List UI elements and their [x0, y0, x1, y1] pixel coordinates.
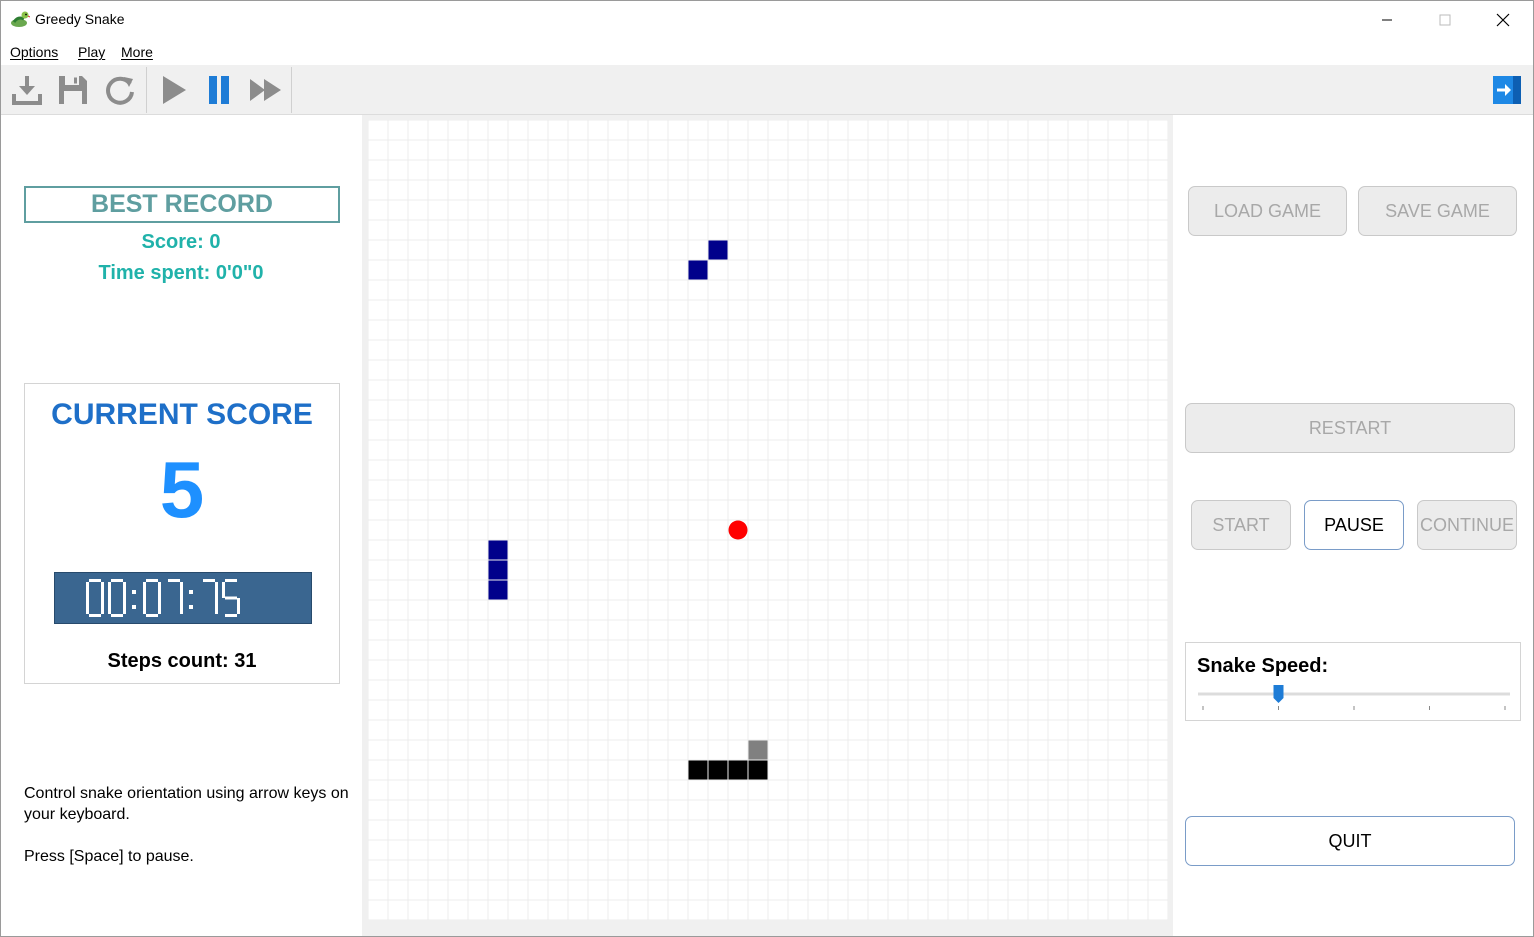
current-score-box: CURRENT SCORE 5 Steps count: 31: [24, 383, 340, 684]
restart-toolbar-button[interactable]: [99, 69, 141, 111]
help-text-pause: Press [Space] to pause.: [24, 848, 194, 865]
pause-toolbar-button[interactable]: [198, 69, 240, 111]
slider-track: [1198, 692, 1510, 696]
timer-digit: [108, 579, 126, 617]
load-toolbar-button[interactable]: [6, 69, 48, 111]
best-record-box: BEST RECORD: [24, 186, 340, 223]
save-game-button[interactable]: SAVE GAME: [1358, 186, 1517, 236]
timer-digit: [168, 579, 183, 614]
menu-more[interactable]: More: [121, 44, 153, 60]
timer-digit: [86, 579, 104, 617]
menu-bar: Options Play More: [1, 39, 1533, 65]
close-button[interactable]: [1474, 1, 1532, 39]
toolbar-separator: [146, 67, 147, 113]
help-text-controls: Control snake orientation using arrow ke…: [24, 785, 349, 823]
play-icon: [163, 76, 186, 104]
left-panel: BEST RECORD Score: 0 Time spent: 0'0"0 C…: [1, 115, 361, 936]
save-icon: [59, 76, 87, 104]
slider-handle[interactable]: [1273, 685, 1284, 703]
quit-button[interactable]: QUIT: [1185, 816, 1515, 866]
current-score-value: 5: [159, 445, 205, 534]
board-grid: [368, 120, 1168, 920]
snake-body-segment: [708, 760, 728, 780]
timer-digit: [143, 579, 161, 617]
obstacle-block: [688, 260, 708, 280]
app-window: Greedy Snake Options Play More BEST RECO…: [0, 0, 1534, 937]
minimize-button[interactable]: [1358, 1, 1416, 39]
snake-head: [748, 740, 768, 760]
close-icon: [1496, 13, 1510, 27]
obstacle-block: [488, 560, 508, 580]
load-game-button[interactable]: LOAD GAME: [1188, 186, 1347, 236]
download-icon: [12, 76, 42, 105]
fast-forward-icon: [250, 79, 281, 101]
pause-button[interactable]: PAUSE: [1304, 500, 1404, 550]
snake-body-segment: [728, 760, 748, 780]
toolbar-separator: [291, 67, 292, 113]
current-score-title: CURRENT SCORE: [51, 398, 313, 431]
window-title: Greedy Snake: [35, 11, 125, 27]
title-bar: Greedy Snake: [1, 1, 1533, 39]
maximize-button[interactable]: [1416, 1, 1474, 39]
restart-button[interactable]: RESTART: [1185, 403, 1515, 453]
best-record-title: BEST RECORD: [91, 190, 273, 218]
maximize-icon: [1439, 14, 1451, 26]
snake-body-segment: [748, 760, 768, 780]
continue-toolbar-button[interactable]: [244, 69, 286, 111]
save-toolbar-button[interactable]: [52, 69, 94, 111]
timer-display: [86, 579, 240, 617]
timer-colon: [189, 590, 193, 609]
pause-icon: [209, 76, 229, 104]
menu-play[interactable]: Play: [78, 44, 105, 60]
snake-speed-panel: Snake Speed:: [1185, 642, 1521, 721]
obstacle-block: [488, 540, 508, 560]
timer-colon: [132, 590, 136, 609]
steps-count: Steps count: 31: [107, 650, 257, 672]
snake-body-segment: [688, 760, 708, 780]
toolbar: [1, 65, 1533, 115]
best-score-text: Score: 0: [141, 231, 221, 253]
snake-speed-slider[interactable]: [1186, 680, 1520, 720]
start-toolbar-button[interactable]: [152, 69, 194, 111]
exit-icon: [1493, 76, 1521, 104]
best-time-text: Time spent: 0'0"0: [98, 262, 264, 284]
menu-options[interactable]: Options: [10, 44, 58, 60]
snake-speed-label: Snake Speed:: [1197, 655, 1329, 677]
timer-digit: [203, 579, 218, 614]
exit-toolbar-button[interactable]: [1486, 69, 1528, 111]
start-button[interactable]: START: [1191, 500, 1291, 550]
obstacle-block: [488, 580, 508, 600]
snake-logo-icon: [11, 11, 30, 27]
obstacle-block: [708, 240, 728, 260]
food-dot: [728, 520, 748, 540]
minimize-icon: [1382, 19, 1392, 21]
continue-button[interactable]: CONTINUE: [1417, 500, 1517, 550]
timer-digit: [222, 579, 240, 617]
refresh-icon: [106, 76, 134, 105]
game-board[interactable]: [368, 120, 1168, 920]
game-timer: [54, 572, 312, 624]
right-panel: LOAD GAME SAVE GAME RESTART START PAUSE …: [1174, 115, 1533, 936]
